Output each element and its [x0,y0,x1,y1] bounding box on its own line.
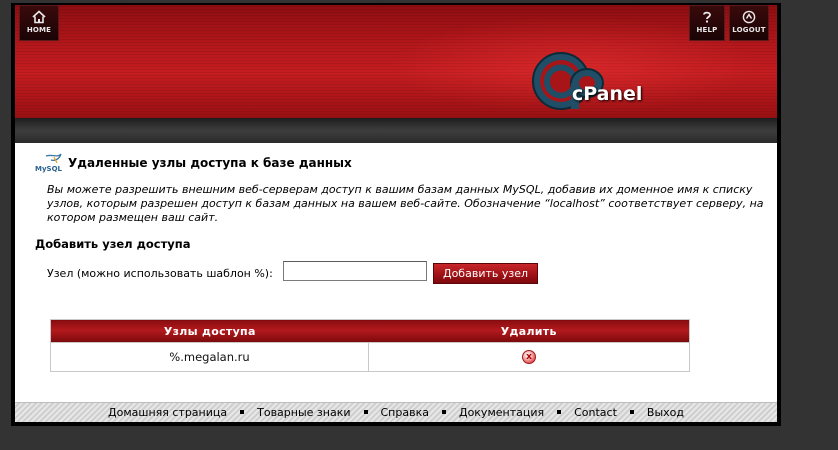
footer-separator [441,410,446,414]
home-button-label: HOME [26,26,52,34]
footer-link-contact[interactable]: Contact [574,406,617,419]
footer-separator [557,410,562,414]
table-header-row: Узлы доступа Удалить [50,319,690,343]
footer-bar: Домашняя страница Товарные знаки Справка До… [15,402,777,422]
table-row: %.megalan.ru x [50,342,690,372]
footer-link-help[interactable]: Справка [381,406,429,419]
page-title: Удаленные узлы доступа к базе данных [68,156,352,170]
host-cell: %.megalan.ru [50,342,369,372]
svg-text:MySQL: MySQL [35,165,63,173]
column-header-hosts: Узлы доступа [50,319,369,343]
help-icon [703,11,711,23]
footer-link-documentation[interactable]: Документация [459,406,544,419]
host-input[interactable] [283,261,427,281]
logout-button[interactable]: LOGOUT [729,5,769,41]
help-button[interactable]: HELP [689,5,725,41]
home-icon [32,10,46,24]
add-host-button[interactable]: Добавить узел [433,263,538,284]
header-underbar [15,118,777,143]
cpanel-window: HOME HELP LOGOUT cPanel MySQL Удаленные … [11,3,781,426]
logout-button-label: LOGOUT [732,26,766,34]
footer-link-home[interactable]: Домашняя страница [108,406,227,419]
cpanel-brand-text: cPanel [572,83,643,105]
footer-separator [240,410,245,414]
delete-cell: x [368,342,690,372]
footer-link-logout[interactable]: Выход [647,406,684,419]
footer-links: Домашняя страница Товарные знаки Справка До… [15,403,777,422]
mysql-logo-icon: MySQL [35,153,63,173]
delete-x-icon[interactable]: x [522,350,536,365]
page-description: Вы можете разрешить внешним веб-серверам… [47,183,764,224]
page-container: HOME HELP LOGOUT cPanel MySQL Удаленные … [15,5,777,422]
home-button[interactable]: HOME [19,5,59,41]
help-button-label: HELP [696,26,718,34]
header-banner: HOME HELP LOGOUT cPanel [15,5,777,118]
host-field-label: Узел (можно использовать шаблон %): [47,267,273,280]
logout-icon [742,10,756,24]
footer-link-trademarks[interactable]: Товарные знаки [257,406,350,419]
access-hosts-table: Узлы доступа Удалить %.megalan.ru x [50,319,690,372]
footer-separator [363,410,368,414]
column-header-delete: Удалить [368,319,690,343]
footer-separator [629,410,634,414]
add-host-heading: Добавить узел доступа [35,237,191,251]
